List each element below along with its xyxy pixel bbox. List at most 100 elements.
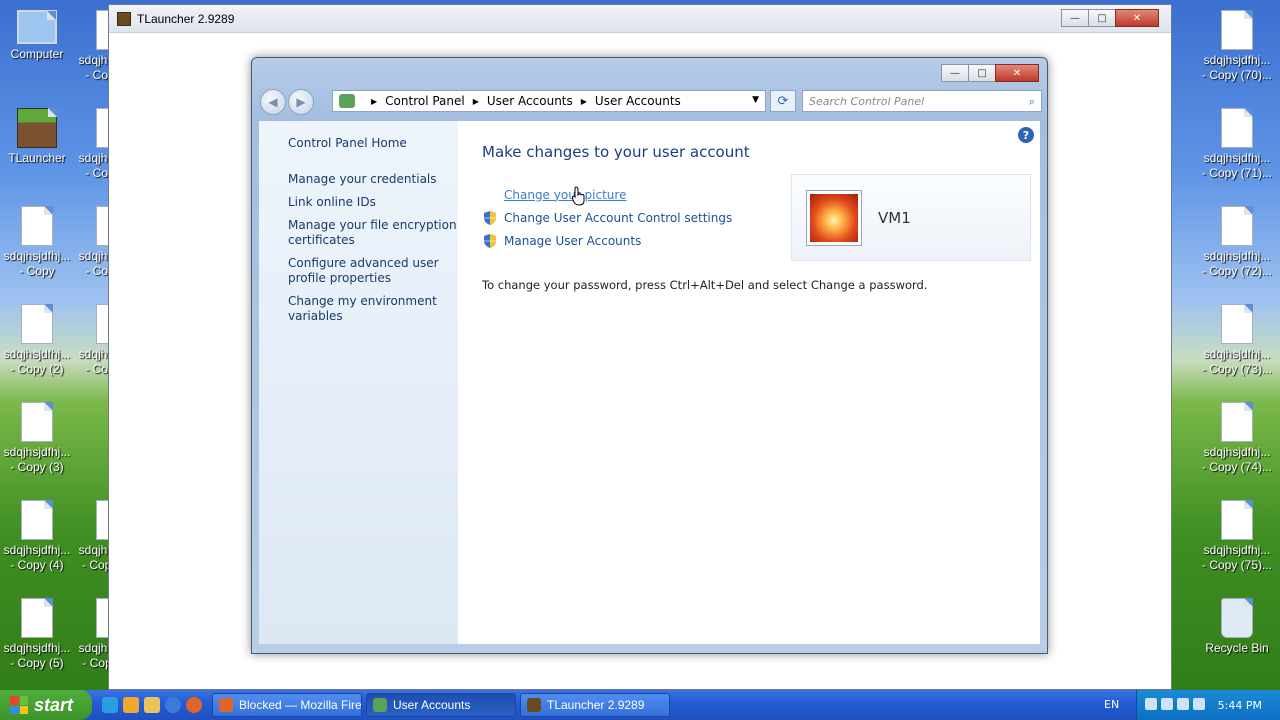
desktop-icon[interactable]: sdqjhsjdfhj... - Copy (5) (0, 598, 78, 671)
address-dropdown-icon[interactable]: ▼ (752, 95, 759, 105)
content-area: Control Panel Home Manage your credentia… (259, 121, 1040, 644)
address-bar[interactable]: ▶ Control Panel ▶ User Accounts ▶ User A… (332, 90, 766, 112)
file-icon (1221, 500, 1253, 540)
hand-cursor-icon (572, 186, 585, 206)
tray-network-icon[interactable] (1177, 698, 1189, 710)
file-icon (1221, 206, 1253, 246)
breadcrumb-separator-icon: ▶ (371, 96, 378, 106)
desktop-icon[interactable]: sdqjhsjdfhj... - Copy (70)... (1196, 10, 1278, 83)
taskbar-tlauncher-label: TLauncher 2.9289 (547, 698, 645, 712)
firefox-icon[interactable] (186, 697, 202, 713)
language-indicator[interactable]: EN (1104, 698, 1119, 711)
back-button[interactable]: ◀ (260, 89, 286, 115)
user-accounts-window[interactable]: — □ ✕ ◀ ▶ ▶ Control Panel ▶ User Account… (251, 57, 1048, 654)
sidebar-environment-variables[interactable]: Change my environment variables (288, 294, 458, 324)
desktop-icon[interactable]: sdqjhsjdfhj... - Copy (0, 206, 78, 279)
desktop-icon[interactable]: sdqjhsjdfhj... - Copy (4) (0, 500, 78, 573)
minimize-button[interactable]: — (941, 64, 969, 82)
clock[interactable]: 5:44 PM (1218, 699, 1262, 712)
close-button[interactable]: ✕ (995, 64, 1039, 82)
breadcrumb-separator-icon: ▶ (580, 96, 587, 106)
taskbar-user-accounts-button[interactable]: User Accounts (366, 693, 516, 717)
folder-icon[interactable] (144, 697, 160, 713)
sidebar-link-online-ids[interactable]: Link online IDs (288, 195, 458, 210)
desktop-icon[interactable]: sdqjhsjdfhj... - Copy (71)... (1196, 108, 1278, 181)
sidebar: Control Panel Home Manage your credentia… (259, 121, 458, 644)
desktop-icon[interactable]: TLauncher (0, 108, 78, 166)
file-icon (21, 500, 53, 540)
desktop-icon-sublabel: - Copy (5) (10, 656, 64, 670)
file-icon (21, 206, 53, 246)
maximize-button[interactable]: □ (968, 64, 996, 82)
start-button[interactable]: start (0, 690, 92, 720)
sidebar-file-encryption-certificates[interactable]: Manage your file encryption certificates (288, 218, 458, 248)
desktop-icon[interactable]: sdqjhsjdfhj... - Copy (74)... (1196, 402, 1278, 475)
skype-icon[interactable] (102, 697, 118, 713)
desktop-icon-label: sdqjhsjdfhj... (3, 347, 71, 361)
file-icon (1221, 304, 1253, 344)
breadcrumb-control-panel[interactable]: Control Panel (385, 94, 465, 108)
file-icon (21, 402, 53, 442)
start-label: start (34, 694, 74, 715)
tray-flag-icon[interactable] (1161, 698, 1173, 710)
tray-volume-icon[interactable] (1193, 698, 1205, 710)
tlauncher-close-button[interactable]: ✕ (1115, 9, 1159, 27)
tlauncher-minimize-button[interactable]: — (1061, 9, 1089, 27)
taskbar-firefox-label: Blocked — Mozilla Firef... (239, 698, 362, 712)
desktop-icon[interactable]: sdqjhsjdfhj... - Copy (3) (0, 402, 78, 475)
tlauncher-titlebar[interactable]: TLauncher 2.9289 (109, 5, 1171, 33)
sidebar-control-panel-home[interactable]: Control Panel Home (288, 136, 458, 151)
desktop-icon-label: Computer (10, 47, 64, 61)
file-icon (1221, 10, 1253, 50)
account-card: VM1 (791, 174, 1031, 261)
desktop-icon[interactable]: sdqjhsjdfhj... - Copy (75)... (1196, 500, 1278, 573)
breadcrumb-user-accounts-current[interactable]: User Accounts (595, 94, 681, 108)
refresh-button[interactable]: ⟳ (770, 90, 796, 112)
taskbar-tlauncher-button[interactable]: TLauncher 2.9289 (520, 693, 670, 717)
desktop-icon[interactable]: sdqjhsjdfhj... - Copy (73)... (1196, 304, 1278, 377)
desktop-icon[interactable]: sdqjhsjdfhj... - Copy (72)... (1196, 206, 1278, 279)
desktop-icon-sublabel: - Copy (4) (10, 558, 64, 572)
taskbar-firefox-button[interactable]: Blocked — Mozilla Firef... (212, 693, 362, 717)
breadcrumb-user-accounts[interactable]: User Accounts (487, 94, 573, 108)
sidebar-manage-credentials[interactable]: Manage your credentials (288, 172, 458, 187)
uac-settings-label: Change User Account Control settings (504, 210, 733, 225)
desktop-icon[interactable]: Recycle Bin (1196, 598, 1278, 656)
help-icon[interactable]: ? (1018, 127, 1034, 143)
password-note: To change your password, press Ctrl+Alt+… (482, 278, 928, 292)
search-input[interactable]: Search Control Panel ⌕ (802, 90, 1042, 112)
internet-explorer-icon[interactable] (165, 697, 181, 713)
desktop-icon-label: sdqjhsjdfhj... (3, 641, 71, 655)
firefox-icon (219, 698, 233, 712)
system-tray: 5:44 PM (1136, 690, 1280, 720)
uac-shield-icon (484, 233, 496, 248)
control-panel-icon (339, 94, 355, 108)
search-icon[interactable]: ⌕ (1029, 95, 1035, 108)
file-icon (1221, 108, 1253, 148)
tlauncher-maximize-button[interactable]: □ (1088, 9, 1116, 27)
desktop-icon-label: sdqjhsjdfhj... (1203, 543, 1271, 557)
forward-button[interactable]: ▶ (288, 89, 314, 115)
quick-launch (102, 697, 202, 713)
desktop-icon[interactable]: Computer (0, 10, 78, 62)
desktop-icon-sublabel: - Copy (2) (10, 362, 64, 376)
media-player-icon[interactable] (123, 697, 139, 713)
file-icon (21, 304, 53, 344)
computer-icon (17, 10, 57, 44)
main-panel: ? Make changes to your user account Chan… (458, 121, 1040, 644)
desktop-icon-sublabel: - Copy (70)... (1201, 68, 1273, 82)
desktop-icon-label: sdqjhsjdfhj... (3, 543, 71, 557)
sidebar-advanced-profile-properties[interactable]: Configure advanced user profile properti… (288, 256, 458, 286)
manage-user-accounts-label: Manage User Accounts (504, 233, 642, 248)
desktop-icon-sublabel: - Copy (71)... (1201, 166, 1273, 180)
account-picture[interactable] (806, 189, 862, 246)
tray-search-icon[interactable] (1145, 698, 1157, 710)
desktop-icon[interactable]: sdqjhsjdfhj... - Copy (2) (0, 304, 78, 377)
recycle-bin-icon (1221, 598, 1253, 638)
windows-logo-icon (10, 696, 28, 714)
search-placeholder: Search Control Panel (809, 95, 925, 108)
flower-picture-icon (810, 193, 858, 242)
desktop-icon-label: sdqjhsjdfhj... (1203, 445, 1271, 459)
desktop-icon-sublabel: - Copy (72)... (1201, 264, 1273, 278)
desktop-icon-label: sdqjhsjdfhj... (1203, 53, 1271, 67)
